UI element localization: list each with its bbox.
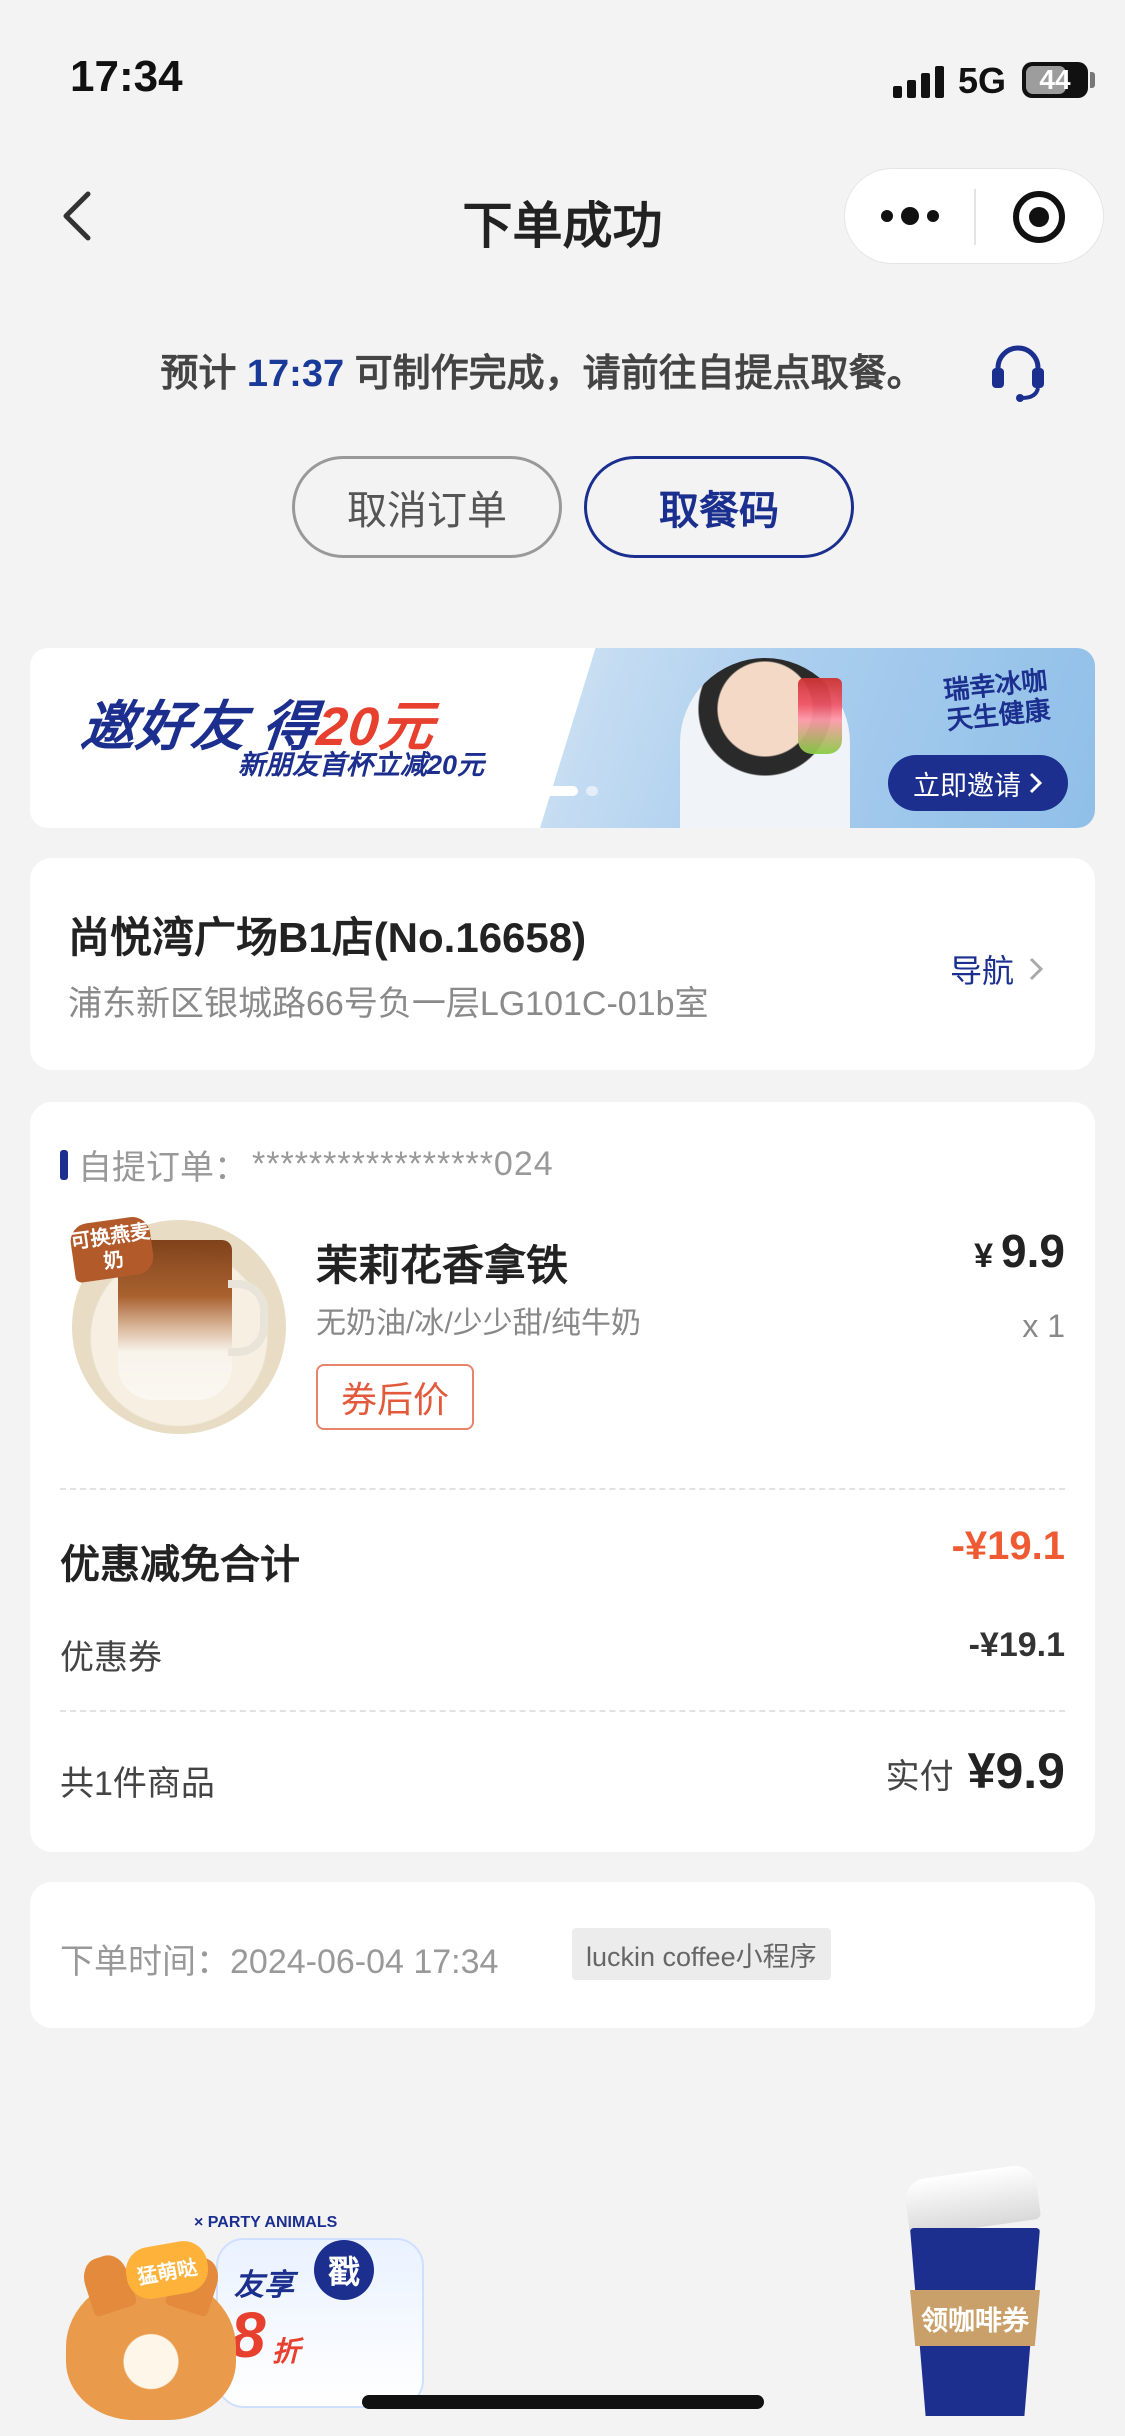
miniprogram-capsule <box>844 168 1104 264</box>
banner-pagination <box>538 786 598 796</box>
cancel-order-button[interactable]: 取消订单 <box>292 456 562 558</box>
order-time: 下单时间：2024-06-04 17:34 <box>60 1934 498 1983</box>
paid-label: 实付 <box>885 1758 954 1796</box>
close-miniprogram-icon[interactable] <box>1013 191 1065 243</box>
order-number: *****************024 <box>252 1145 554 1183</box>
coffee-coupon-label: 领咖啡券 <box>910 2290 1040 2346</box>
coupon-value: -¥19.1 <box>968 1626 1065 1664</box>
invite-now-button[interactable]: 立即邀请 <box>888 755 1068 811</box>
product-image: 可换燕麦奶 <box>68 1214 286 1434</box>
status-time: 17:34 <box>70 52 183 101</box>
divider <box>60 1710 1065 1712</box>
order-source-badge: luckin coffee小程序 <box>572 1928 831 1980</box>
order-label: 自提订单： <box>78 1149 248 1187</box>
promo-discount-unit: 折 <box>272 2336 301 2367</box>
banner-subline: 新朋友首杯立减20元 <box>238 750 485 780</box>
home-indicator[interactable] <box>362 2395 764 2409</box>
estimate-time: 17:37 <box>246 353 345 395</box>
invite-banner[interactable]: 邀好友 得20元 新朋友首杯立减20元 瑞幸冰咖 天生健康 立即邀请 <box>30 648 1095 828</box>
battery-level: 44 <box>1039 64 1071 95</box>
battery-icon: 44 <box>1022 62 1088 98</box>
chevron-right-icon <box>1029 772 1043 794</box>
divider <box>60 1488 1065 1490</box>
share-discount-promo[interactable]: × PARTY ANIMALS 友享 8 折 戳 猛萌哒 <box>66 2214 424 2420</box>
battery-tip <box>1090 72 1095 88</box>
paid-amount: ¥9.9 <box>967 1743 1065 1799</box>
price-value: 9.9 <box>1001 1225 1065 1277</box>
chevron-right-icon <box>1029 957 1044 981</box>
capsule-divider <box>974 189 976 245</box>
collab-logos: × PARTY ANIMALS <box>194 2214 338 2231</box>
order-time-value: 2024-06-04 17:34 <box>230 1943 499 1981</box>
coffee-coupon-float[interactable]: 领咖啡券 <box>900 2160 1042 2416</box>
signal-icon <box>893 62 945 98</box>
product-quantity: x 1 <box>1022 1308 1065 1344</box>
ready-estimate: 预计 17:37 可制作完成，请前往自提点取餐。 <box>0 342 1125 397</box>
pickup-code-button[interactable]: 取餐码 <box>584 456 854 558</box>
item-count: 共1件商品 <box>60 1765 215 1803</box>
order-time-card: 下单时间：2024-06-04 17:34 luckin coffee小程序 <box>30 1882 1095 2028</box>
currency-symbol: ¥ <box>974 1237 994 1275</box>
paid-total: 实付 ¥9.9 <box>886 1742 1065 1800</box>
promo-stamp: 戳 <box>314 2240 374 2300</box>
discount-title: 优惠减免合计 <box>60 1543 300 1587</box>
after-coupon-tag: 券后价 <box>316 1364 474 1430</box>
network-type: 5G <box>958 60 1007 101</box>
banner-drink-image <box>798 678 842 754</box>
customer-service-icon[interactable] <box>988 340 1048 402</box>
navigate-button[interactable]: 导航 <box>950 946 1044 992</box>
store-address: 浦东新区银城路66号负一层LG101C-01b室 <box>68 985 709 1023</box>
coupon-label: 优惠券 <box>60 1639 162 1677</box>
invite-now-label: 立即邀请 <box>913 770 1021 801</box>
cup-lid <box>902 2163 1042 2237</box>
product-name: 茉莉花香拿铁 <box>316 1242 569 1289</box>
order-time-label: 下单时间： <box>60 1943 230 1981</box>
more-icon[interactable] <box>881 207 939 225</box>
store-card: 尚悦湾广场B1店(No.16658) 浦东新区银城路66号负一层LG101C-0… <box>30 858 1095 1070</box>
product-price: ¥9.9 <box>974 1224 1065 1278</box>
discount-total: -¥19.1 <box>951 1524 1065 1568</box>
order-number-row: 自提订单： *****************024 <box>60 1140 554 1189</box>
estimate-suffix: 可制作完成，请前往自提点取餐。 <box>354 353 925 395</box>
oat-milk-badge: 可换燕麦奶 <box>68 1214 156 1284</box>
navigate-label: 导航 <box>950 953 1015 989</box>
accent-bar <box>60 1149 68 1180</box>
estimate-prefix: 预计 <box>160 353 237 395</box>
order-card: 自提订单： *****************024 可换燕麦奶 茉莉花香拿铁 … <box>30 1102 1095 1852</box>
product-spec: 无奶油/冰/少少甜/纯牛奶 <box>316 1307 642 1340</box>
store-name: 尚悦湾广场B1店(No.16658) <box>68 914 587 961</box>
